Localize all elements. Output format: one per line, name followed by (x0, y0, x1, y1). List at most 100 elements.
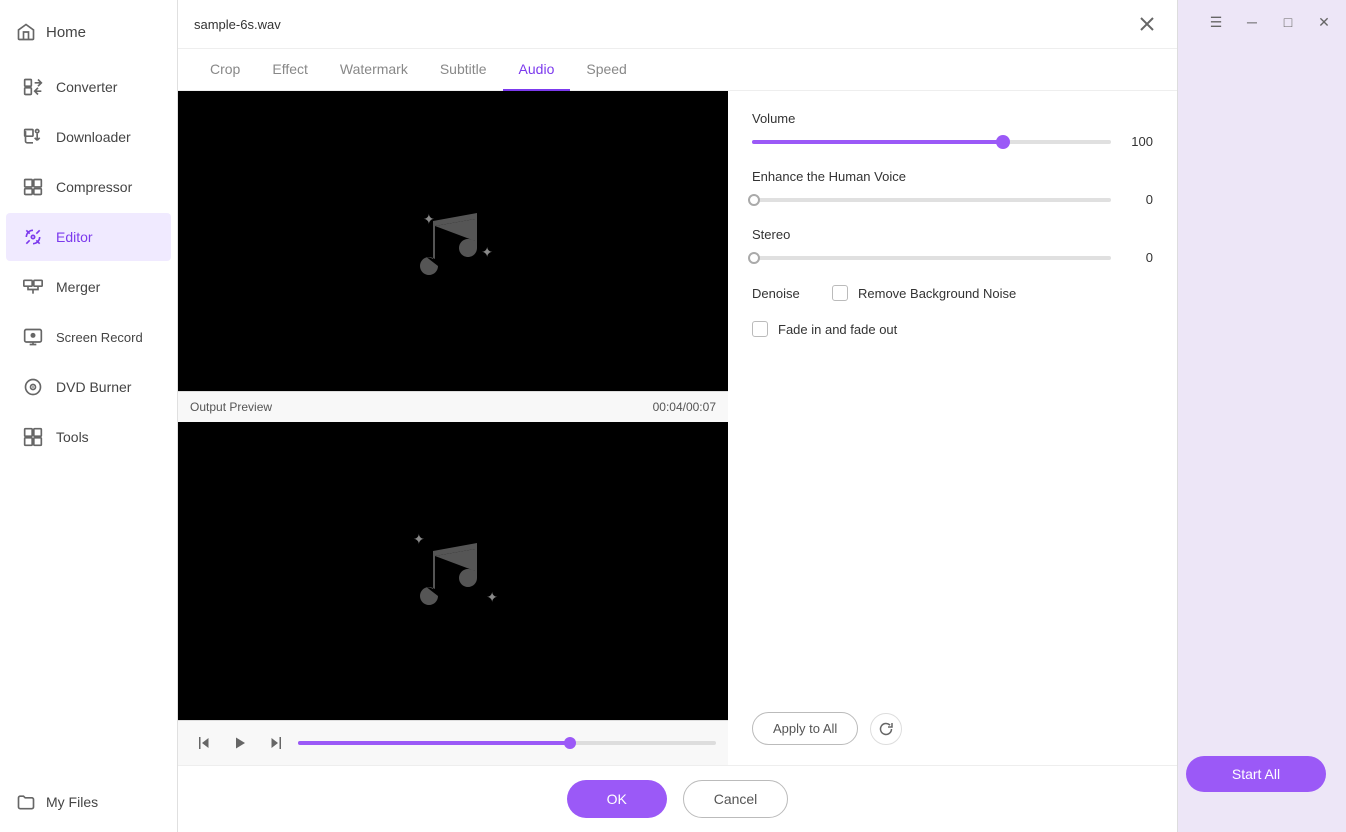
sparkle-3: ✦ (486, 589, 498, 606)
window-controls: ☰ ─ □ ✕ (1202, 8, 1338, 36)
tab-effect[interactable]: Effect (256, 49, 324, 91)
cancel-button[interactable]: Cancel (683, 780, 789, 818)
converter-icon (22, 76, 44, 98)
sidebar-tools-label: Tools (56, 429, 89, 445)
screen-record-icon (22, 326, 44, 348)
progress-bar[interactable] (298, 741, 716, 745)
volume-value: 100 (1123, 134, 1153, 149)
enhance-slider-track (752, 198, 1111, 202)
volume-slider-track (752, 140, 1111, 144)
merger-icon (22, 276, 44, 298)
audio-controls-panel: Volume 100 Enhance the Human Voice (728, 91, 1177, 765)
sidebar-merger-label: Merger (56, 279, 100, 295)
refresh-button[interactable] (870, 713, 902, 745)
enhance-slider-row: 0 (752, 192, 1153, 207)
menu-button[interactable]: ☰ (1202, 8, 1230, 36)
volume-slider-row: 100 (752, 134, 1153, 149)
fade-checkbox[interactable] (752, 321, 768, 337)
close-icon (1140, 17, 1154, 31)
volume-label: Volume (752, 111, 1153, 126)
sparkle-2: ✦ (413, 531, 425, 548)
dvd-burner-icon (22, 376, 44, 398)
tab-crop[interactable]: Crop (194, 49, 256, 91)
stereo-slider-track (752, 256, 1111, 260)
ok-button[interactable]: OK (567, 780, 667, 818)
enhance-value: 0 (1123, 192, 1153, 207)
my-files-label: My Files (46, 794, 98, 810)
enhance-label: Enhance the Human Voice (752, 169, 1153, 184)
tab-subtitle[interactable]: Subtitle (424, 49, 503, 91)
editor-icon (22, 226, 44, 248)
skip-back-button[interactable] (190, 729, 218, 757)
dialog-title: sample-6s.wav (194, 17, 1133, 32)
sparkle-top-left: ✦ (423, 211, 435, 228)
tab-audio[interactable]: Audio (503, 49, 571, 91)
stereo-slider-row: 0 (752, 250, 1153, 265)
dialog-tabs: Crop Effect Watermark Subtitle Audio Spe… (178, 49, 1177, 91)
playback-controls (178, 720, 728, 765)
fade-row: Fade in and fade out (752, 321, 1153, 337)
dialog-footer: OK Cancel (178, 765, 1177, 832)
volume-slider-container (752, 140, 1111, 144)
editor-dialog: sample-6s.wav Crop Effect Watermark Subt… (178, 0, 1178, 832)
minimize-button[interactable]: ─ (1238, 8, 1266, 36)
play-button[interactable] (226, 729, 254, 757)
apply-all-button[interactable]: Apply to All (752, 712, 858, 745)
sidebar-item-compressor[interactable]: Compressor (6, 163, 171, 211)
sidebar-item-dvd-burner[interactable]: DVD Burner (6, 363, 171, 411)
apply-row: Apply to All (752, 692, 1153, 745)
remove-bg-noise-checkbox[interactable] (832, 285, 848, 301)
remove-bg-noise-label: Remove Background Noise (858, 286, 1016, 301)
sidebar-item-my-files[interactable]: My Files (0, 780, 177, 832)
dialog-content: ✦ ✦ Output Preview 00:04/00:07 (178, 91, 1177, 765)
sidebar-item-converter[interactable]: Converter (6, 63, 171, 111)
sidebar-item-screen-record[interactable]: Screen Record (6, 313, 171, 361)
stereo-slider-thumb[interactable] (748, 252, 760, 264)
sidebar-item-editor[interactable]: Editor (6, 213, 171, 261)
volume-slider-fill (752, 140, 1003, 144)
sparkle-bottom-right: ✦ (481, 244, 493, 261)
volume-slider-thumb[interactable] (996, 135, 1010, 149)
progress-thumb[interactable] (564, 737, 576, 749)
denoise-label: Denoise (752, 286, 822, 301)
stereo-label: Stereo (752, 227, 1153, 242)
time-display: 00:04/00:07 (653, 400, 716, 414)
volume-group: Volume 100 (752, 111, 1153, 149)
skip-forward-button[interactable] (262, 729, 290, 757)
tab-speed[interactable]: Speed (570, 49, 642, 91)
video-preview-top: ✦ ✦ (178, 91, 728, 391)
home-icon (16, 22, 36, 42)
start-all-button[interactable]: Start All (1186, 756, 1326, 792)
sidebar-item-tools[interactable]: Tools (6, 413, 171, 461)
music-note-icon-top (403, 191, 503, 291)
tools-icon (22, 426, 44, 448)
dialog-titlebar: sample-6s.wav (178, 0, 1177, 49)
downloader-icon (22, 126, 44, 148)
enhance-slider-thumb[interactable] (748, 194, 760, 206)
stereo-group: Stereo 0 (752, 227, 1153, 265)
progress-fill (298, 741, 570, 745)
output-preview-label: Output Preview (190, 400, 272, 414)
output-preview-bar: Output Preview 00:04/00:07 (178, 391, 728, 422)
sidebar-downloader-label: Downloader (56, 129, 131, 145)
compressor-icon (22, 176, 44, 198)
window-close-button[interactable]: ✕ (1310, 8, 1338, 36)
sidebar-item-downloader[interactable]: Downloader (6, 113, 171, 161)
enhance-group: Enhance the Human Voice 0 (752, 169, 1153, 207)
tab-watermark[interactable]: Watermark (324, 49, 424, 91)
fade-label: Fade in and fade out (778, 322, 897, 337)
main-area: ☰ ─ □ ✕ sample-6s.wav Crop (178, 0, 1346, 832)
maximize-button[interactable]: □ (1274, 8, 1302, 36)
my-files-icon (16, 792, 36, 812)
sidebar: Home Converter Downloader (0, 0, 178, 832)
video-section: ✦ ✦ Output Preview 00:04/00:07 (178, 91, 728, 765)
sidebar-item-home[interactable]: Home (0, 10, 177, 54)
dialog-close-button[interactable] (1133, 10, 1161, 38)
denoise-row: Denoise Remove Background Noise (752, 285, 1153, 301)
sidebar-editor-label: Editor (56, 229, 93, 245)
sidebar-item-merger[interactable]: Merger (6, 263, 171, 311)
stereo-value: 0 (1123, 250, 1153, 265)
sidebar-dvd-burner-label: DVD Burner (56, 379, 131, 395)
video-preview-bottom: ✦ ✦ (178, 422, 728, 720)
sidebar-converter-label: Converter (56, 79, 117, 95)
